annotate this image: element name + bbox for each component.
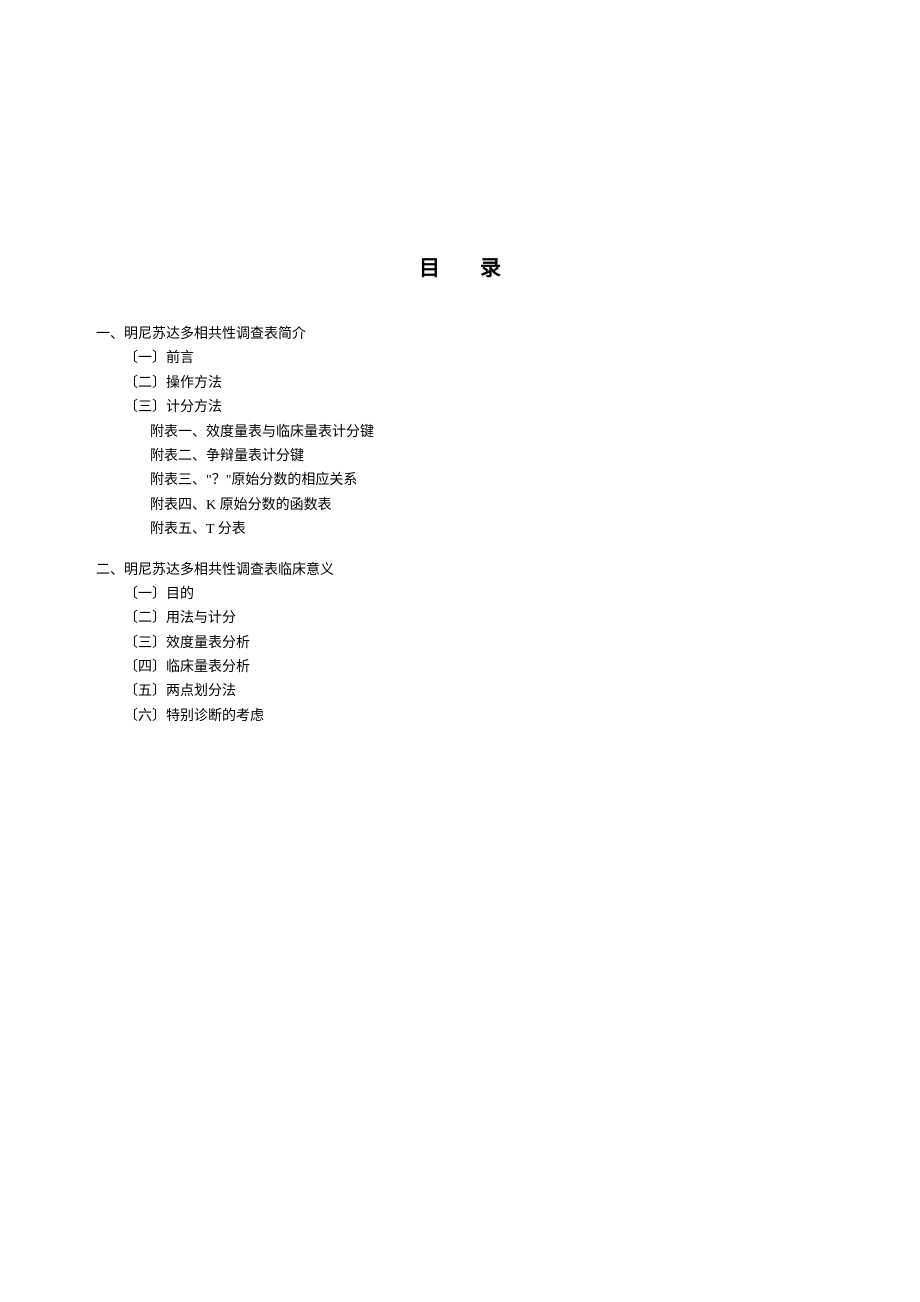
appendix-3: 附表三、"？"原始分数的相应关系 (96, 470, 920, 492)
section-2-sub-4: 〔四〕临床量表分析 (96, 657, 920, 679)
section-2-sub-6: 〔六〕特别诊断的考虑 (96, 706, 920, 728)
section-2-heading: 二、明尼苏达多相共性调查表临床意义 (96, 560, 920, 582)
section-2-sub-1: 〔一〕目的 (96, 584, 920, 606)
section-1-heading: 一、明尼苏达多相共性调查表简介 (96, 324, 920, 346)
section-2-sub-3: 〔三〕效度量表分析 (96, 633, 920, 655)
toc-content: 一、明尼苏达多相共性调查表简介 〔一〕前言 〔二〕操作方法 〔三〕计分方法 附表… (0, 324, 920, 728)
section-1-sub-2: 〔二〕操作方法 (96, 373, 920, 395)
section-1-sub-3: 〔三〕计分方法 (96, 397, 920, 419)
appendix-4: 附表四、K 原始分数的函数表 (96, 495, 920, 517)
section-1-sub-1: 〔一〕前言 (96, 348, 920, 370)
page-title: 目录 (0, 252, 920, 282)
section-2-sub-5: 〔五〕两点划分法 (96, 681, 920, 703)
appendix-5: 附表五、T 分表 (96, 519, 920, 541)
section-2-sub-2: 〔二〕用法与计分 (96, 608, 920, 630)
appendix-1: 附表一、效度量表与临床量表计分键 (96, 422, 920, 444)
appendix-2: 附表二、争辩量表计分键 (96, 446, 920, 468)
